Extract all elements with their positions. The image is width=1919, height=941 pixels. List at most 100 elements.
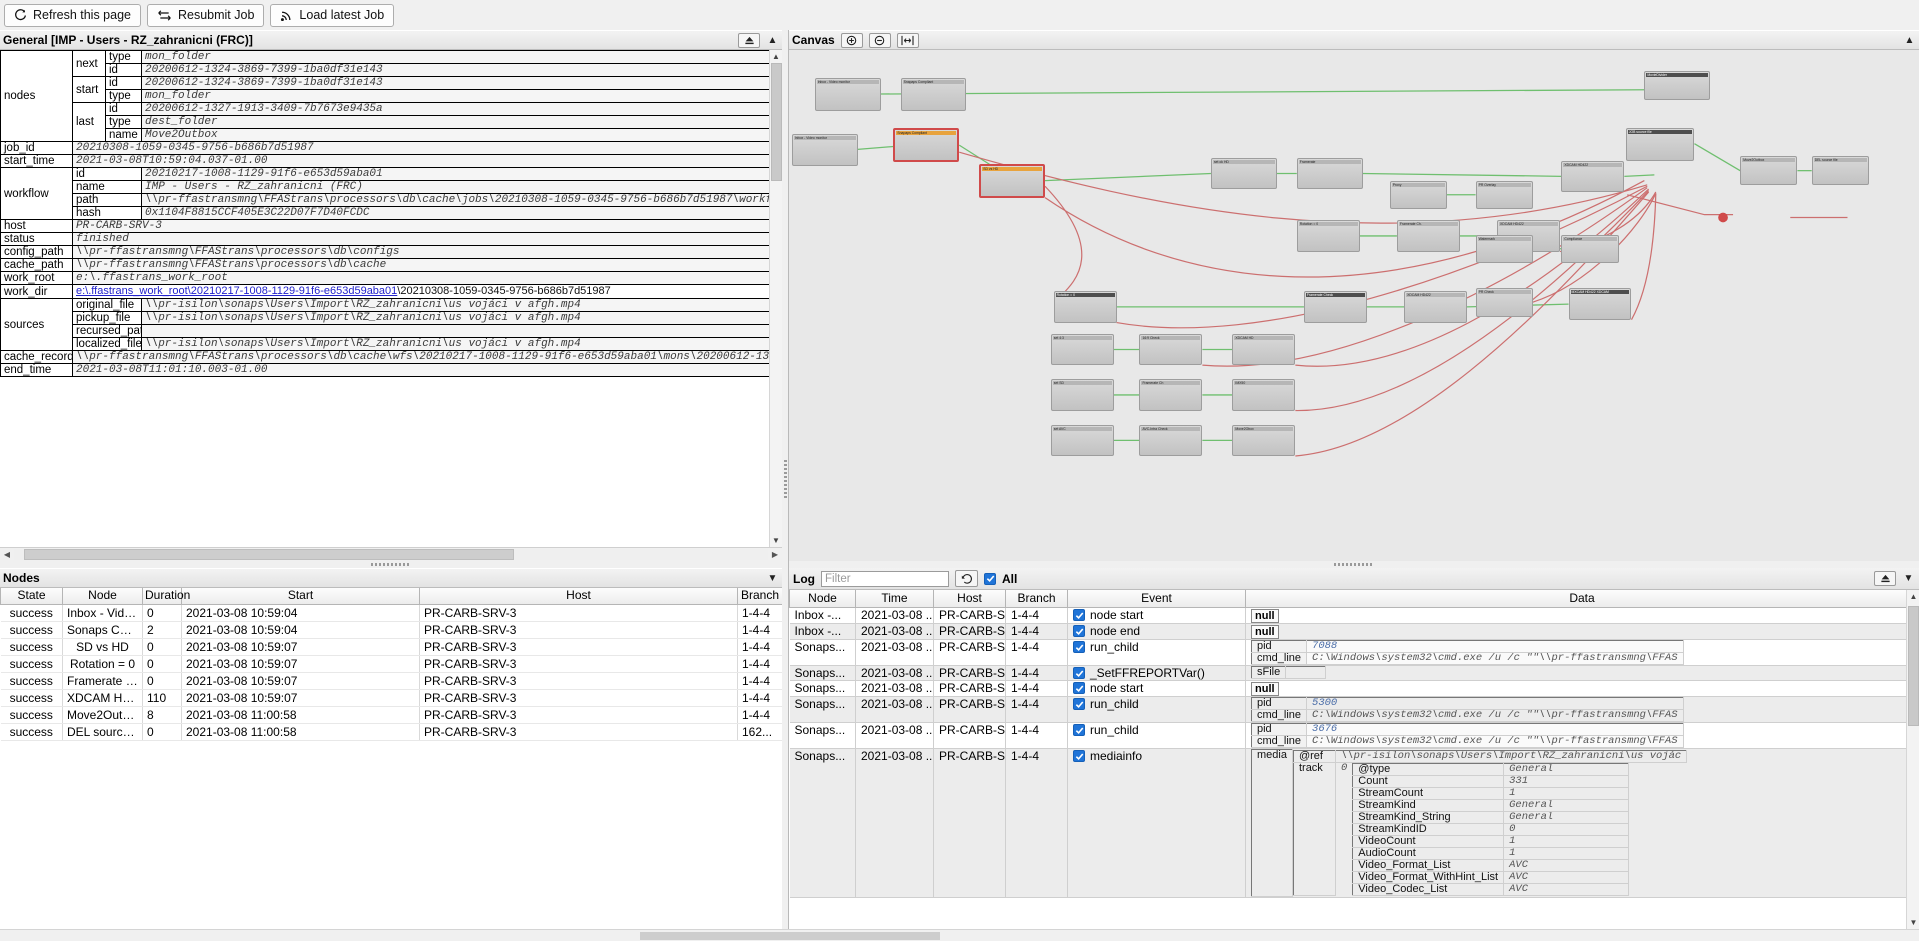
table-row[interactable]: successFramerate Ch...02021-03-08 10:59:… (0, 672, 782, 690)
workflow-canvas[interactable]: Inbox - Video monitor Snapaps Compliant Mo… (789, 50, 1919, 561)
general-horizontal-scrollbar[interactable]: ◀ ▶ (0, 547, 782, 561)
log-event-checkbox[interactable] (1073, 750, 1085, 762)
canvas-node[interactable]: Rotation = 0 (1053, 291, 1117, 323)
general-collapse-caret[interactable]: ▲ (766, 35, 779, 46)
log-col-host[interactable]: Host (933, 590, 1006, 608)
log-col-branch[interactable]: Branch (1005, 590, 1068, 608)
general-vertical-scrollbar[interactable]: ▲ ▼ (769, 50, 782, 547)
general-scroll-thumb[interactable] (770, 63, 782, 181)
log-col-data[interactable]: Data (1245, 590, 1919, 608)
fit-to-screen-button[interactable] (896, 32, 919, 48)
nodes-col-node[interactable]: Node (62, 588, 143, 605)
table-row[interactable]: success SD vs HD 0 2021-03-08 10:59:07 PR-CA… (0, 638, 782, 656)
canvas-collapse-caret[interactable]: ▲ (1903, 35, 1916, 46)
canvas-node[interactable]: JOB source file (1625, 128, 1695, 161)
canvas-node[interactable]: SD vs HD (979, 163, 1046, 198)
canvas-node[interactable]: AVC-Intra Check (1139, 424, 1203, 456)
table-row[interactable]: success Rotation = 0 0 2021-03-08 10:59:07 P… (0, 655, 782, 673)
log-filter-input[interactable] (821, 570, 949, 587)
log-row[interactable]: Sonaps...2021-03-08 ...PR-CARB-SR...1-4-… (789, 722, 1919, 749)
canvas-node[interactable]: Move2Obox (1232, 424, 1296, 456)
canvas-node[interactable]: set AVC (1050, 424, 1114, 456)
log-event-checkbox[interactable] (1073, 682, 1085, 694)
table-row[interactable]: success DEL source file 0 2021-03-08 11:00:… (0, 723, 782, 741)
canvas-node[interactable]: Proxy (1389, 180, 1447, 209)
general-hscroll-thumb[interactable] (24, 549, 514, 560)
log-all-checkbox[interactable] (984, 572, 996, 585)
canvas-node[interactable]: Snapaps Compliant (900, 78, 967, 112)
log-collapse-caret[interactable]: ▼ (1902, 573, 1915, 584)
log-row[interactable]: Sonaps...2021-03-08 ...PR-CARB-SR...1-4-… (789, 680, 1919, 697)
nodes-col-duration[interactable]: Duration (142, 588, 190, 605)
canvas-node[interactable]: XDCAM HD422 (1561, 160, 1625, 192)
log-eject-button[interactable] (1874, 571, 1896, 586)
log-row[interactable]: Sonaps...2021-03-08 ...PR-CARB-SR...1-4-… (789, 639, 1919, 666)
nodes-col-host[interactable]: Host (419, 588, 738, 605)
work-dir-link[interactable]: e:\.ffastrans_work_root\20210217-1008-11… (76, 286, 397, 298)
canvas-node[interactable]: XDCAM HD422 (1404, 291, 1467, 323)
canvas-node[interactable]: Framerate Ch (1139, 379, 1203, 411)
scroll-up-arrow-icon[interactable]: ▲ (770, 50, 783, 63)
log-event-checkbox[interactable] (1073, 667, 1085, 679)
scroll-up-arrow-icon[interactable]: ▲ (1907, 590, 1919, 603)
table-row[interactable]: successSonaps Comp...22021-03-08 10:59:0… (0, 621, 782, 639)
log-event-checkbox[interactable] (1073, 724, 1085, 736)
left-vertical-splitter[interactable] (0, 561, 782, 568)
scroll-down-arrow-icon[interactable]: ▼ (770, 534, 783, 547)
log-vertical-scrollbar[interactable]: ▲ ▼ (1906, 590, 1919, 929)
log-col-event[interactable]: Event (1067, 590, 1246, 608)
canvas-node[interactable]: set ok HD (1210, 157, 1277, 190)
canvas-node[interactable]: IMX50 (1232, 379, 1296, 411)
canvas-node[interactable]: Inbox - Video monitor (814, 78, 881, 112)
log-row[interactable]: Inbox -...2021-03-08 ...PR-CARB-SR...1-4… (789, 623, 1919, 640)
canvas-node[interactable]: Inbox - Video monitor (791, 133, 858, 167)
log-scroll-thumb[interactable] (1908, 606, 1919, 726)
general-eject-button[interactable] (738, 32, 760, 48)
canvas-node[interactable]: set 4:3 (1050, 333, 1114, 366)
nodes-col-state[interactable]: State (0, 588, 63, 605)
right-vertical-splitter[interactable] (789, 561, 1919, 568)
log-revert-button[interactable] (955, 570, 978, 587)
scroll-right-arrow-icon[interactable]: ▶ (768, 550, 782, 559)
log-row[interactable]: Inbox -...2021-03-08 ...PR-CARB-SR...1-4… (789, 607, 1919, 624)
resubmit-job-button[interactable]: Resubmit Job (146, 3, 265, 27)
log-event-checkbox[interactable] (1073, 609, 1085, 621)
canvas-node[interactable]: DEL source file (1811, 156, 1869, 185)
log-col-node[interactable]: Node (789, 590, 856, 608)
load-latest-job-button[interactable]: Load latest Job (270, 3, 395, 27)
canvas-node[interactable]: Framerate (1296, 157, 1363, 190)
log-row[interactable]: Sonaps...2021-03-08 ...PR-CARB-SR...1-4-… (789, 696, 1919, 723)
log-event-checkbox[interactable] (1073, 625, 1085, 637)
general-scroll-track[interactable] (770, 63, 783, 534)
canvas-node[interactable]: Snapaps Compliant (893, 128, 960, 163)
nodes-col-branch[interactable]: Branch (737, 588, 782, 605)
table-row[interactable]: success Move2Outbox 8 2021-03-08 11:00:58 PR… (0, 706, 782, 724)
canvas-node[interactable]: set SD (1050, 379, 1114, 411)
nodes-collapse-caret[interactable]: ▼ (766, 573, 779, 584)
canvas-node[interactable]: XDCAM HD (1232, 333, 1296, 366)
canvas-node[interactable]: Move2Outbox (1740, 156, 1798, 185)
canvas-node[interactable]: Framerate Ch. (1396, 220, 1460, 252)
general-hscroll-track[interactable] (14, 549, 768, 560)
canvas-node[interactable]: PR Overlay (1475, 180, 1533, 209)
log-event-checkbox[interactable] (1073, 698, 1085, 710)
canvas-node[interactable]: MXCAM HD422 XDCAM (1568, 288, 1632, 320)
log-col-time[interactable]: Time (855, 590, 934, 608)
nodes-col-start[interactable]: Start (181, 588, 420, 605)
canvas-node[interactable]: PR Check (1475, 288, 1533, 317)
canvas-node[interactable]: Watermark (1475, 234, 1533, 263)
canvas-node[interactable]: MovieDivider (1644, 71, 1711, 100)
canvas-node[interactable]: 16:9 Check (1139, 333, 1203, 366)
zoom-in-button[interactable] (840, 32, 863, 48)
log-row[interactable]: Sonaps...2021-03-08 ...PR-CARB-SR...1-4-… (789, 665, 1919, 681)
scroll-left-arrow-icon[interactable]: ◀ (0, 550, 14, 559)
log-event-checkbox[interactable] (1073, 641, 1085, 653)
log-row[interactable]: Sonaps...2021-03-08 ...PR-CARB-SR...1-4-… (789, 748, 1919, 898)
zoom-out-button[interactable] (868, 32, 891, 48)
scroll-down-arrow-icon[interactable]: ▼ (1907, 916, 1919, 929)
canvas-node[interactable]: Rotation = 0 (1296, 220, 1360, 252)
canvas-node[interactable]: Framerate Check (1303, 291, 1367, 323)
table-row[interactable]: successXDCAM HD42...1102021-03-08 10:59:… (0, 689, 782, 707)
status-scroll-thumb[interactable] (640, 931, 940, 940)
refresh-page-button[interactable]: Refresh this page (4, 3, 141, 27)
